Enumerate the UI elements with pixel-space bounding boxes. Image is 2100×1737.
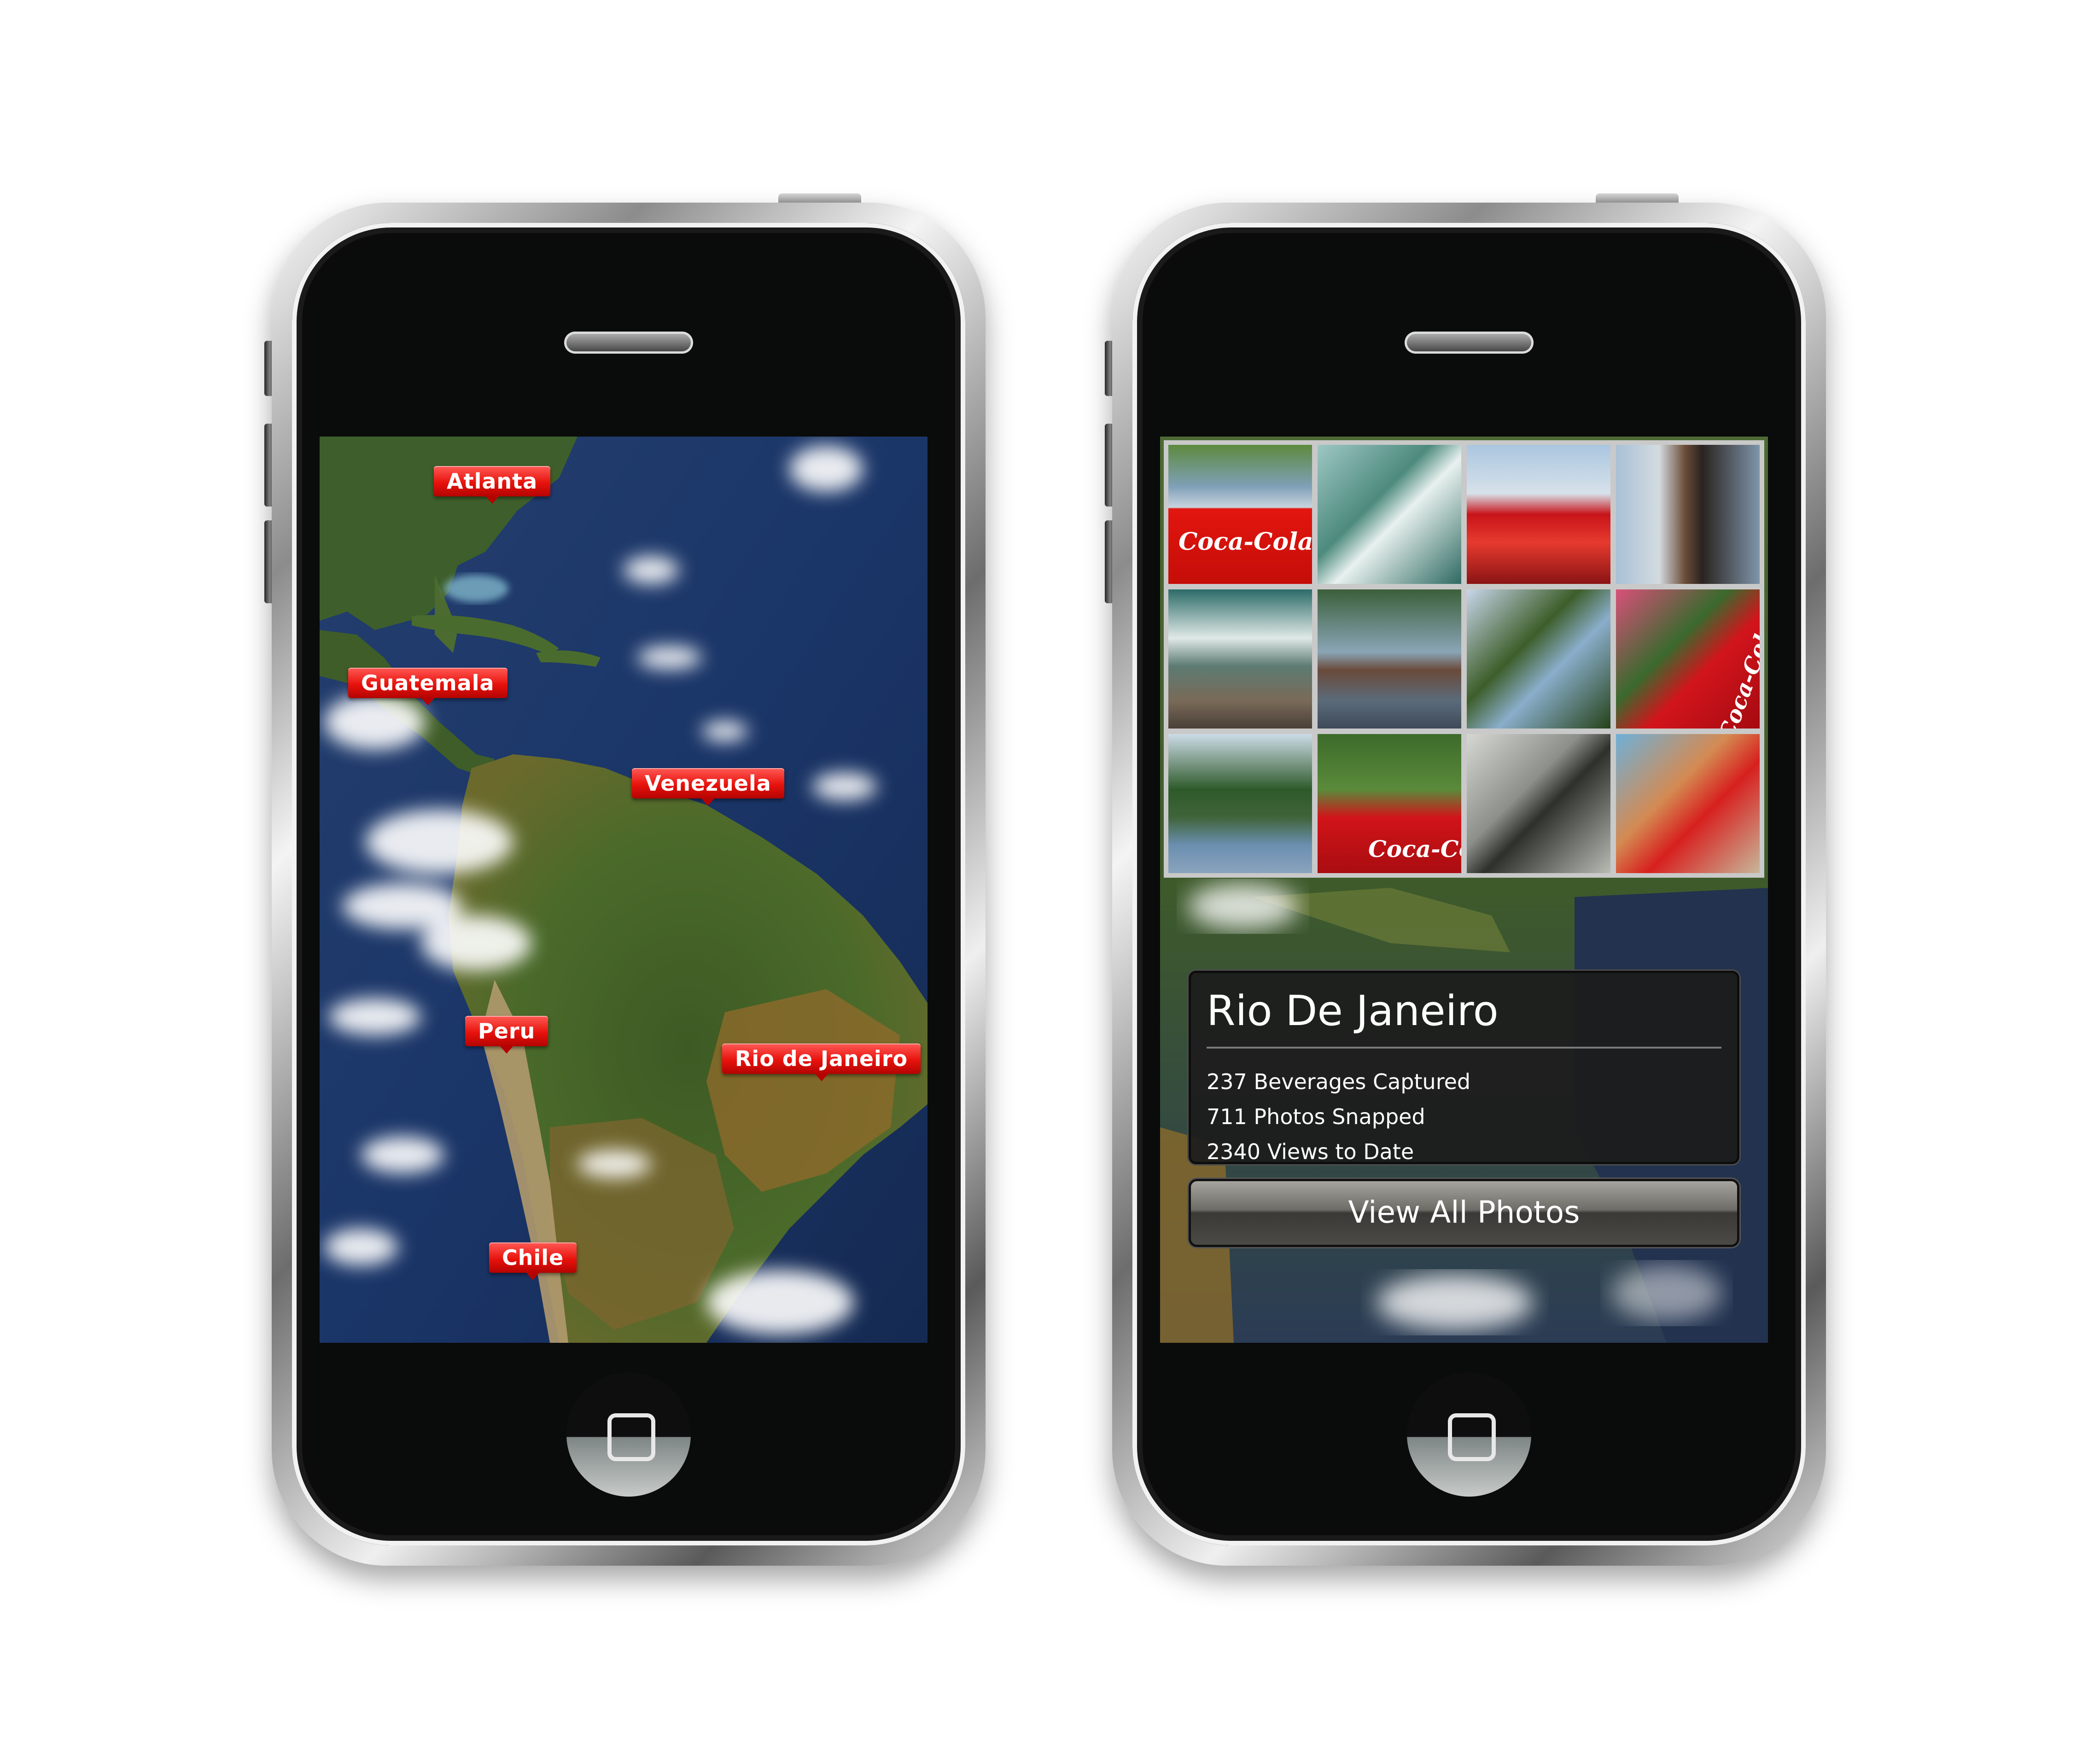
home-button[interactable] <box>1407 1372 1531 1497</box>
map-tag-guatemala[interactable]: Guatemala <box>348 668 508 705</box>
home-button-square-icon <box>607 1413 655 1461</box>
map-screen[interactable]: Atlanta Guatemala Venezuela Peru Rio de … <box>320 437 928 1343</box>
phone-left: Atlanta Guatemala Venezuela Peru Rio de … <box>264 193 986 1566</box>
photo-thumb[interactable] <box>1318 589 1461 729</box>
coca-cola-logo-text: Coca-Cola <box>1178 528 1312 556</box>
photo-thumb[interactable]: Coca-Cola <box>1318 734 1461 873</box>
photo-thumb[interactable] <box>1168 589 1312 729</box>
photo-grid: Coca-Cola Coca-Cola Coca-Cola <box>1164 440 1764 878</box>
map-tag-venezuela[interactable]: Venezuela <box>632 768 784 806</box>
map-tag-atlanta[interactable]: Atlanta <box>434 466 551 504</box>
city-detail-screen: Coca-Cola Coca-Cola Coca-Cola Rio De Jan… <box>1160 437 1768 1343</box>
view-all-photos-button[interactable]: View All Photos <box>1189 1179 1739 1247</box>
map-tag-chile[interactable]: Chile <box>489 1242 577 1280</box>
photo-thumb[interactable] <box>1616 445 1760 584</box>
coca-cola-logo-text: Coca-Cola <box>1368 835 1461 863</box>
phone-right: Coca-Cola Coca-Cola Coca-Cola Rio De Jan… <box>1105 193 1826 1566</box>
photo-thumb[interactable] <box>1467 734 1610 873</box>
satellite-map[interactable] <box>320 437 928 1343</box>
photo-thumb[interactable] <box>1318 445 1461 584</box>
stat-views: 2340 Views to Date <box>1207 1139 1414 1164</box>
divider <box>1207 1047 1721 1049</box>
city-title: Rio De Janeiro <box>1207 987 1499 1035</box>
map-tag-peru[interactable]: Peru <box>465 1016 548 1054</box>
photo-thumb[interactable] <box>1616 734 1760 873</box>
photo-thumb[interactable] <box>1467 445 1610 584</box>
photo-thumb[interactable] <box>1467 589 1610 729</box>
speaker-grille <box>564 332 693 354</box>
photo-thumb[interactable]: Coca-Cola <box>1616 589 1760 729</box>
photo-thumb[interactable]: Coca-Cola <box>1168 445 1312 584</box>
home-button-square-icon <box>1448 1413 1496 1461</box>
home-button[interactable] <box>566 1372 691 1497</box>
coca-cola-logo-text: Coca-Cola <box>1714 618 1760 729</box>
photo-thumb[interactable] <box>1168 734 1312 873</box>
stat-beverages: 237 Beverages Captured <box>1207 1069 1471 1094</box>
stat-photos: 711 Photos Snapped <box>1207 1104 1425 1129</box>
speaker-grille <box>1405 332 1534 354</box>
city-info-panel: Rio De Janeiro 237 Beverages Captured 71… <box>1189 971 1739 1164</box>
map-tag-rio-de-janeiro[interactable]: Rio de Janeiro <box>722 1043 921 1081</box>
